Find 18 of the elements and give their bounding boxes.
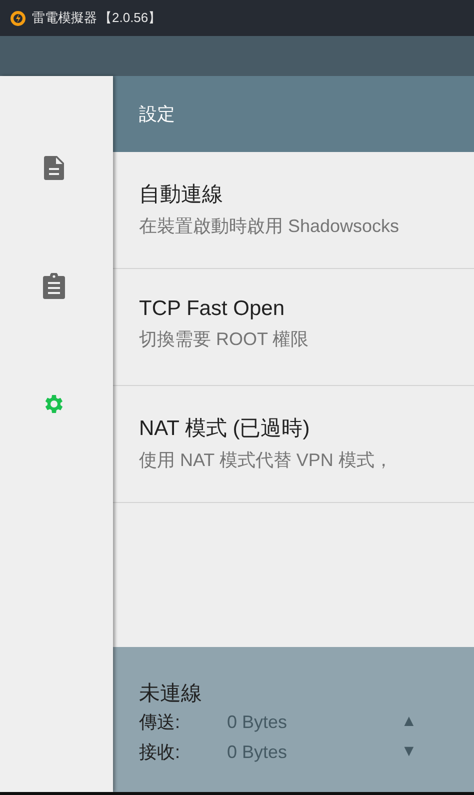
traffic-label: 傳送: bbox=[139, 711, 182, 734]
logo-icon bbox=[10, 10, 26, 26]
traffic-label: 接收: bbox=[139, 741, 182, 764]
toolbar-title: 設定 bbox=[139, 103, 175, 126]
nav-item[interactable] bbox=[44, 154, 64, 182]
nav-item[interactable] bbox=[42, 272, 64, 300]
window-title: 雷電模擬器 bbox=[32, 9, 97, 27]
traffic-value: 0 Bytes bbox=[227, 742, 288, 762]
traffic-value: 0 Bytes bbox=[227, 712, 288, 732]
settings-item[interactable]: 自動連線 在裝置啟動時啟用 Shadowsocks bbox=[113, 152, 474, 269]
version-label: 【2.0.56】 bbox=[99, 9, 162, 27]
settings-item[interactable]: TCP Fast Open 切換需要 ROOT 權限 bbox=[113, 269, 474, 386]
clipboard-icon bbox=[42, 273, 64, 299]
connection-status: 未連線 bbox=[139, 681, 202, 707]
document-icon bbox=[44, 156, 64, 180]
traffic-arrow: ▼ bbox=[401, 743, 417, 761]
settings-item[interactable]: NAT 模式 (已過時) 使用 NAT 模式代替 VPN 模式， bbox=[113, 386, 474, 503]
traffic-arrow: ▲ bbox=[401, 713, 417, 731]
